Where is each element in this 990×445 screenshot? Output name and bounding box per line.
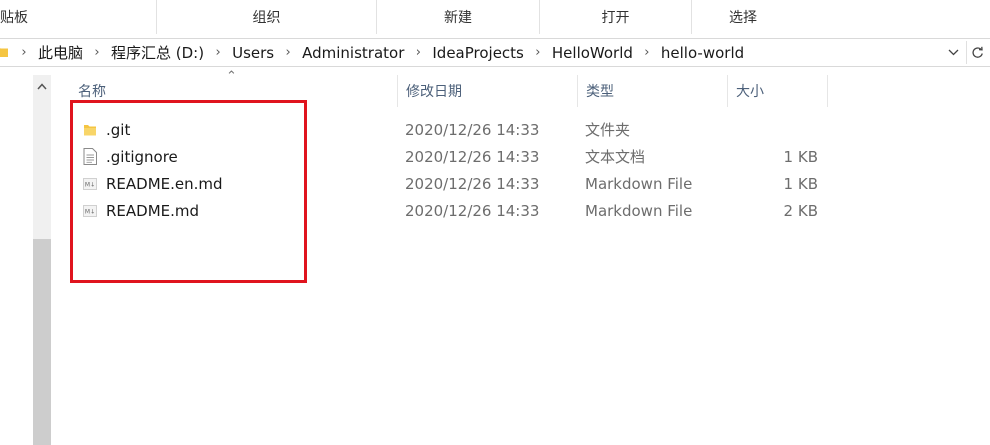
breadcrumb: › 此电脑 › 程序汇总 (D:) › Users › Administrato… [12,39,746,66]
chevron-right-icon[interactable]: › [406,39,430,66]
file-date: 2020/12/26 14:33 [405,147,540,166]
ribbon-group-select[interactable]: 选择 [692,0,794,34]
column-header-type[interactable]: 类型 [578,75,728,107]
chevron-down-icon[interactable] [943,41,963,64]
ribbon: 贴板 组织 新建 打开 选择 [0,0,990,34]
vertical-scrollbar[interactable] [33,75,51,445]
column-header-size[interactable]: 大小 [728,75,828,107]
breadcrumb-item[interactable]: 此电脑 [36,42,85,63]
breadcrumb-item[interactable]: IdeaProjects [430,44,526,62]
scrollbar-thumb[interactable] [33,239,51,445]
column-header-date[interactable]: 修改日期 [398,75,578,107]
breadcrumb-item[interactable]: HelloWorld [550,44,635,62]
breadcrumb-item[interactable]: Administrator [300,44,406,62]
breadcrumb-item[interactable]: 程序汇总 (D:) [109,42,206,63]
breadcrumb-item-current[interactable]: hello-world [659,44,746,62]
ribbon-group-open[interactable]: 打开 [540,0,692,34]
file-size: 1 KB [783,174,818,193]
ribbon-group-organize[interactable]: 组织 [157,0,377,34]
file-type: 文本文档 [585,148,646,166]
chevron-right-icon[interactable]: › [206,39,230,66]
chevron-right-icon[interactable]: › [276,39,300,66]
file-date: 2020/12/26 14:33 [405,201,540,220]
file-size [730,116,818,143]
breadcrumb-item[interactable]: Users [230,44,276,62]
refresh-icon[interactable] [966,41,988,64]
ribbon-group-clipboard[interactable]: 贴板 [0,0,157,34]
file-type: Markdown File [585,201,693,220]
file-date: 2020/12/26 14:33 [405,120,540,139]
chevron-right-icon[interactable]: › [12,39,36,66]
address-bar[interactable]: › 此电脑 › 程序汇总 (D:) › Users › Administrato… [0,38,990,67]
folder-icon [0,48,8,57]
chevron-up-icon[interactable] [33,75,51,97]
file-type: 文件夹 [585,121,631,139]
chevron-right-icon[interactable]: › [635,39,659,66]
ribbon-group-new[interactable]: 新建 [377,0,540,34]
file-size: 1 KB [783,147,818,166]
highlight-annotation-box [70,100,307,283]
chevron-right-icon[interactable]: › [526,39,550,66]
chevron-right-icon[interactable]: › [85,39,109,66]
file-type: Markdown File [585,174,693,193]
file-size: 2 KB [783,201,818,220]
file-date: 2020/12/26 14:33 [405,174,540,193]
